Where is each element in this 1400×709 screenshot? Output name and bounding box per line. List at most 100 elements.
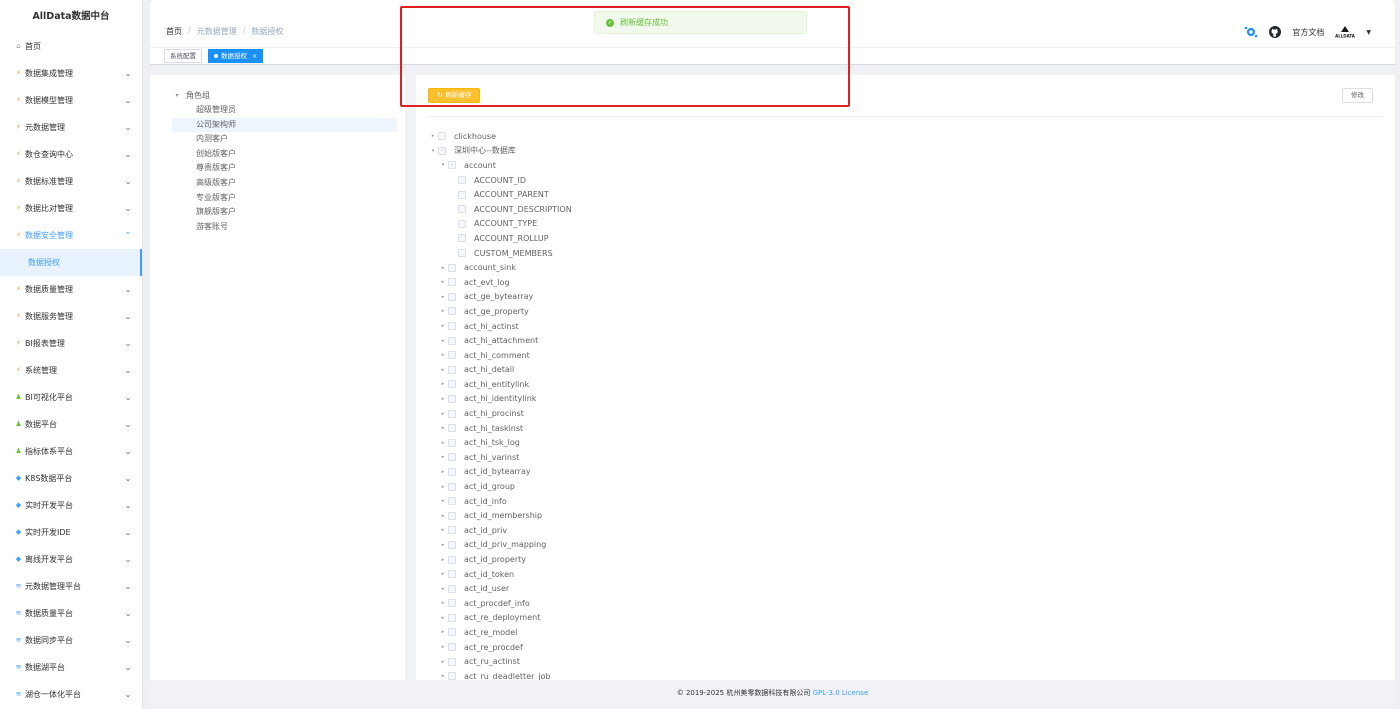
tree-node[interactable]: CUSTOM_MEMBERS xyxy=(428,246,1328,261)
sidebar-item-5[interactable]: ⚡ 数据标准管理 ⌄ xyxy=(0,168,142,195)
refresh-cache-button[interactable]: ↻ 刷新缓存 xyxy=(428,88,481,103)
tree-node[interactable]: ▸ act_re_deployment xyxy=(428,611,1328,626)
tree-node-checkbox[interactable] xyxy=(448,336,456,345)
tree-node[interactable]: ▸ act_hi_detail xyxy=(428,363,1328,378)
chevron-down-icon[interactable]: ⌄ xyxy=(124,123,132,132)
tree-node-checkbox[interactable] xyxy=(448,351,456,360)
caret-right-icon[interactable]: ▸ xyxy=(438,440,448,446)
tree-node[interactable]: ▸ act_hi_attachment xyxy=(428,333,1328,348)
tree-node-checkbox[interactable] xyxy=(458,205,466,214)
role-tree-node[interactable]: 游客账号 xyxy=(172,220,397,235)
tree-node-checkbox[interactable] xyxy=(448,526,456,535)
brand-logo-icon[interactable] xyxy=(1244,25,1258,39)
tree-node-checkbox[interactable] xyxy=(448,307,456,316)
chevron-down-icon[interactable]: ⌄ xyxy=(124,204,132,213)
footer-license-link[interactable]: GPL-3.0 License xyxy=(813,689,869,697)
role-tree-node[interactable]: 尊贵版客户 xyxy=(172,161,397,176)
tree-node[interactable]: ▸ account_sink xyxy=(428,260,1328,275)
sidebar-item-8[interactable]: ⚡ 数据质量管理 ⌄ xyxy=(0,276,142,303)
caret-down-icon[interactable]: ▾ xyxy=(438,162,448,168)
sidebar-item-23[interactable]: ≋ 湖仓一体化平台 ⌄ xyxy=(0,681,142,708)
role-tree-node[interactable]: 创始版客户 xyxy=(172,147,397,162)
tree-node[interactable]: ▸ act_id_bytearray xyxy=(428,465,1328,480)
tree-node-checkbox[interactable] xyxy=(448,394,456,403)
tree-node[interactable]: ACCOUNT_PARENT xyxy=(428,187,1328,202)
caret-right-icon[interactable]: ▸ xyxy=(438,396,448,402)
chevron-down-icon[interactable]: ⌄ xyxy=(124,528,132,537)
caret-right-icon[interactable]: ▸ xyxy=(438,381,448,387)
sidebar-item-22[interactable]: ≋ 数据湖平台 ⌄ xyxy=(0,654,142,681)
chevron-down-icon[interactable]: ⌄ xyxy=(124,690,132,699)
tree-node[interactable]: ▸ act_id_priv_mapping xyxy=(428,538,1328,553)
role-tree-root[interactable]: ▾ 角色组 xyxy=(172,88,397,103)
tree-node[interactable]: ▸ act_hi_tsk_log xyxy=(428,435,1328,450)
tree-node-checkbox[interactable] xyxy=(458,176,466,185)
tree-node[interactable]: ▸ act_hi_entitylink xyxy=(428,377,1328,392)
tree-node-checkbox[interactable] xyxy=(448,380,456,389)
tree-node-checkbox[interactable] xyxy=(448,599,456,608)
sidebar-item-15[interactable]: ◆ K8S数据平台 ⌄ xyxy=(0,465,142,492)
tree-node-checkbox[interactable] xyxy=(448,278,456,287)
tree-node-checkbox[interactable] xyxy=(448,438,456,447)
sidebar-item-19[interactable]: ≋ 元数据管理平台 ⌄ xyxy=(0,573,142,600)
tree-node[interactable]: ACCOUNT_ID xyxy=(428,173,1328,188)
tree-node-checkbox[interactable] xyxy=(448,672,456,680)
caret-right-icon[interactable]: ▸ xyxy=(438,338,448,344)
caret-right-icon[interactable]: ▸ xyxy=(438,323,448,329)
sidebar-item-4[interactable]: ⚡ 数仓查询中心 ⌄ xyxy=(0,141,142,168)
caret-right-icon[interactable]: ▸ xyxy=(438,600,448,606)
sidebar-item-2[interactable]: ⚡ 数据模型管理 ⌄ xyxy=(0,87,142,114)
chevron-down-icon[interactable]: ⌄ xyxy=(124,555,132,564)
tree-node-checkbox[interactable] xyxy=(448,322,456,331)
caret-right-icon[interactable]: ▸ xyxy=(438,586,448,592)
tree-node-checkbox[interactable] xyxy=(448,424,456,433)
caret-right-icon[interactable]: ▸ xyxy=(438,659,448,665)
caret-down-icon[interactable]: ▾ xyxy=(428,148,438,154)
role-tree-node[interactable]: 超级管理员 xyxy=(172,103,397,118)
role-tree-node[interactable]: 高级版客户 xyxy=(172,176,397,191)
sidebar-item-18[interactable]: ◆ 离线开发平台 ⌄ xyxy=(0,546,142,573)
tree-node[interactable]: ▸ act_id_token xyxy=(428,567,1328,582)
chevron-down-icon[interactable]: ⌄ xyxy=(124,312,132,321)
tree-node[interactable]: ▾ – 深圳中心--数据库 xyxy=(428,144,1328,159)
caret-right-icon[interactable]: ▸ xyxy=(438,352,448,358)
tree-node-checkbox[interactable] xyxy=(458,234,466,243)
tree-node[interactable]: ▸ act_ru_actinst xyxy=(428,654,1328,669)
tree-node[interactable]: ACCOUNT_TYPE xyxy=(428,217,1328,232)
tree-node[interactable]: ACCOUNT_ROLLUP xyxy=(428,231,1328,246)
tree-node[interactable]: ▸ act_id_info xyxy=(428,494,1328,509)
tree-node-checkbox[interactable] xyxy=(448,409,456,418)
chevron-down-icon[interactable]: ⌄ xyxy=(124,366,132,375)
tree-node[interactable]: ▸ act_ge_bytearray xyxy=(428,290,1328,305)
tree-node-checkbox[interactable] xyxy=(458,249,466,258)
tree-node-checkbox[interactable] xyxy=(448,482,456,491)
role-tree-node[interactable]: 公司架构师 xyxy=(172,117,397,133)
tree-node[interactable]: ACCOUNT_DESCRIPTION xyxy=(428,202,1328,217)
chevron-down-icon[interactable]: ⌄ xyxy=(124,150,132,159)
sidebar-item-11[interactable]: ⚡ 系统管理 ⌄ xyxy=(0,357,142,384)
tree-node-checkbox[interactable] xyxy=(448,613,456,622)
caret-right-icon[interactable]: ▸ xyxy=(438,367,448,373)
tree-node-checkbox[interactable] xyxy=(448,657,456,666)
tree-node[interactable]: ▸ clickhouse xyxy=(428,129,1328,144)
chevron-down-icon[interactable]: ⌄ xyxy=(124,609,132,618)
breadcrumb-home[interactable]: 首页 xyxy=(166,26,182,37)
chevron-down-icon[interactable]: ⌄ xyxy=(124,177,132,186)
chevron-down-icon[interactable]: ⌄ xyxy=(124,285,132,294)
sidebar-item-7[interactable]: ⚡ 数据安全管理 ⌃ xyxy=(0,222,142,249)
tree-node-checkbox[interactable] xyxy=(448,540,456,549)
tree-node[interactable]: ▸ act_hi_identitylink xyxy=(428,392,1328,407)
tree-node-checkbox[interactable] xyxy=(448,511,456,520)
edit-button[interactable]: 修改 xyxy=(1342,88,1373,103)
caret-right-icon[interactable]: ▸ xyxy=(428,133,438,139)
tree-node[interactable]: ▸ act_hi_procinst xyxy=(428,406,1328,421)
sidebar-subitem-data-authorization[interactable]: 数据授权 xyxy=(0,249,142,276)
caret-right-icon[interactable]: ▸ xyxy=(438,542,448,548)
tree-node-checkbox[interactable] xyxy=(458,190,466,199)
tree-node-checkbox[interactable] xyxy=(448,263,456,272)
chevron-down-icon[interactable]: ⌄ xyxy=(124,582,132,591)
chevron-down-icon[interactable]: ⌄ xyxy=(124,474,132,483)
tree-node[interactable]: ▸ act_hi_taskinst xyxy=(428,421,1328,436)
tree-node-checkbox[interactable] xyxy=(448,628,456,637)
tree-node-checkbox[interactable]: – xyxy=(448,161,456,170)
